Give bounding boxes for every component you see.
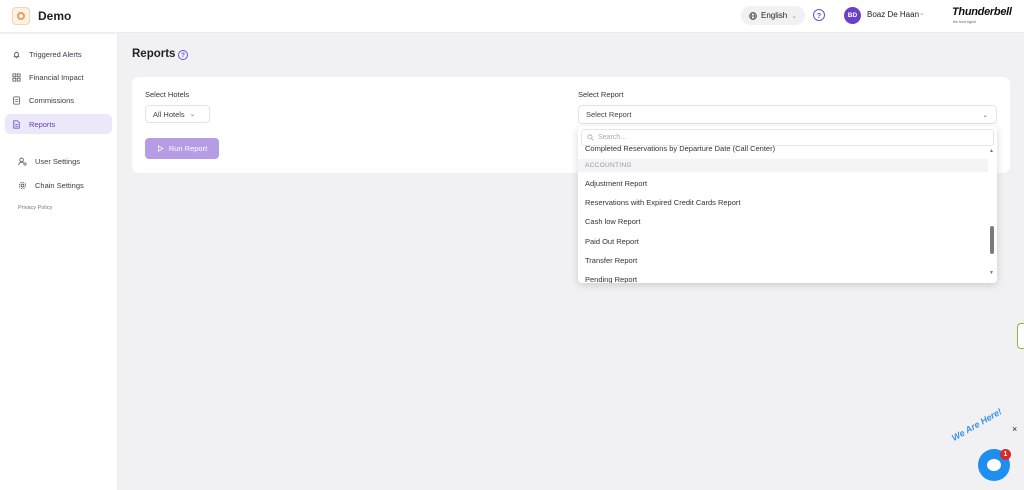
play-icon: [157, 145, 164, 152]
sidebar-item-chain-settings[interactable]: Chain Settings: [11, 175, 118, 195]
sidebar-item-reports[interactable]: Reports: [5, 114, 112, 134]
user-menu-chevron-icon[interactable]: ⌄: [919, 9, 925, 17]
sidebar-item-label: Commissions: [29, 95, 75, 105]
sidebar-item-triggered-alerts[interactable]: Triggered Alerts: [5, 44, 112, 64]
document-icon: [12, 95, 21, 105]
sidebar-item-label: User Settings: [35, 156, 81, 166]
sidebar-item-commissions[interactable]: Commissions: [5, 90, 112, 110]
report-dropdown: Search... Completed Reservations by Depa…: [578, 126, 997, 283]
user-settings-icon: [18, 157, 27, 166]
dropdown-option[interactable]: Pending Report: [578, 275, 988, 283]
dropdown-option[interactable]: Paid Out Report: [578, 237, 988, 246]
user-name[interactable]: Boaz De Haan: [867, 10, 919, 19]
run-report-button[interactable]: Run Report: [145, 138, 219, 159]
chevron-down-icon: ⌄: [982, 112, 988, 119]
privacy-policy-link[interactable]: Privacy Policy: [18, 205, 52, 211]
dropdown-group-header: ACCOUNTING: [578, 159, 988, 172]
dropdown-option[interactable]: Reservations with Expired Credit Cards R…: [578, 198, 988, 207]
dropdown-scrollbar[interactable]: [990, 226, 994, 254]
chevron-down-icon: ⌄: [791, 12, 798, 20]
language-selector[interactable]: English ⌄: [741, 6, 806, 25]
avatar[interactable]: BD: [844, 7, 861, 24]
bell-icon: [12, 50, 21, 59]
app-logo-icon[interactable]: [12, 7, 30, 25]
sidebar-item-user-settings[interactable]: User Settings: [11, 151, 118, 171]
scroll-up-arrow-icon[interactable]: ▲: [989, 148, 994, 154]
sidebar-item-label: Chain Settings: [35, 180, 84, 190]
report-icon: [12, 119, 21, 129]
top-bar: Demo English ⌄ ? BD Boaz De Haan ⌄ Thund…: [0, 0, 1024, 33]
run-report-label: Run Report: [168, 144, 208, 153]
hotels-select[interactable]: All Hotels ⌄: [145, 105, 210, 123]
brand-logo: Thunderbell: [952, 6, 1012, 18]
chat-badge-text[interactable]: We Are Here!: [950, 406, 1004, 443]
chat-bubble-icon: [987, 459, 1001, 471]
sidebar: Triggered Alerts Financial Impact Commis…: [0, 34, 118, 490]
dropdown-option[interactable]: Transfer Report: [578, 256, 988, 265]
chat-unread-count: 1: [1000, 449, 1011, 460]
search-icon: [587, 134, 594, 141]
side-feedback-tab[interactable]: [1017, 323, 1024, 349]
select-hotels-label: Select Hotels: [145, 90, 190, 99]
report-select[interactable]: Select Report ⌄: [578, 105, 997, 124]
help-icon[interactable]: ?: [813, 9, 825, 21]
sidebar-item-label: Financial Impact: [29, 72, 84, 82]
app-name[interactable]: Demo: [38, 9, 71, 23]
dropdown-option[interactable]: Cash low Report: [578, 217, 988, 226]
page-title: Reports: [132, 48, 176, 60]
search-placeholder: Search...: [598, 134, 627, 141]
report-select-value: Select Report: [586, 110, 632, 119]
language-label: English: [761, 11, 788, 20]
scroll-down-arrow-icon[interactable]: ▼: [989, 270, 994, 276]
dropdown-option[interactable]: Adjustment Report: [578, 179, 988, 188]
dashboard-icon: [12, 72, 21, 82]
chevron-down-icon: ⌄: [189, 111, 196, 118]
gear-icon: [18, 181, 27, 190]
chat-close-icon[interactable]: ×: [1012, 424, 1017, 434]
dropdown-option[interactable]: Completed Reservations by Departure Date…: [578, 144, 988, 153]
help-icon[interactable]: ?: [178, 50, 188, 60]
hotels-select-value: All Hotels: [153, 109, 185, 119]
globe-icon: [749, 11, 757, 20]
select-report-label: Select Report: [578, 90, 624, 99]
brand-tagline: the front signal: [953, 20, 976, 24]
sidebar-item-label: Triggered Alerts: [29, 49, 82, 59]
sidebar-item-financial-impact[interactable]: Financial Impact: [5, 67, 112, 87]
sidebar-item-label: Reports: [29, 119, 56, 129]
